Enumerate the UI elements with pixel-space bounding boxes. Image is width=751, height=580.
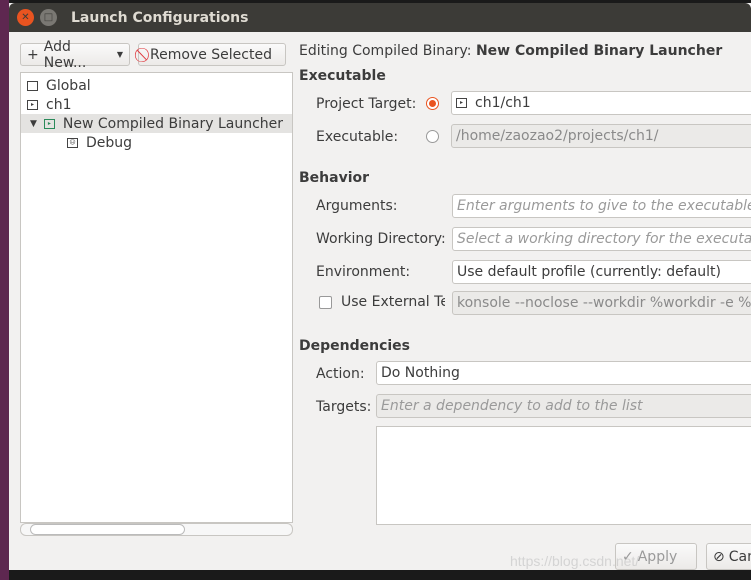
tree-item-launcher[interactable]: ▼ ▸ New Compiled Binary Launcher bbox=[21, 114, 292, 133]
dependencies-section-title: Dependencies bbox=[299, 338, 411, 354]
external-terminal-input[interactable]: konsole --noclose --workdir %workdir -e … bbox=[452, 291, 751, 315]
launch-configurations-dialog: ✕ □ Launch Configurations + Add New... ▼… bbox=[9, 3, 751, 570]
tree-item-debug[interactable]: ☹ Debug bbox=[21, 133, 292, 152]
close-window-button[interactable]: ✕ bbox=[17, 9, 34, 26]
launch-config-tree[interactable]: Global ▸ ch1 ▼ ▸ New Compiled Binary Launch… bbox=[20, 72, 293, 523]
desktop-background bbox=[0, 0, 9, 580]
arguments-input[interactable]: Enter arguments to give to the executabl… bbox=[452, 194, 751, 218]
window-title: Launch Configurations bbox=[71, 9, 249, 26]
environment-select[interactable]: Use default profile (currently: default) bbox=[452, 260, 751, 284]
targets-input[interactable]: Enter a dependency to add to the list bbox=[376, 394, 751, 418]
external-terminal-label: Use External Te bbox=[341, 294, 445, 310]
external-terminal-checkbox[interactable] bbox=[319, 296, 332, 309]
environment-label: Environment: bbox=[316, 264, 411, 280]
project-icon: ▸ bbox=[456, 98, 467, 108]
executable-path-input[interactable]: /home/zaozao2/projects/ch1/ bbox=[451, 124, 751, 148]
dependency-list[interactable] bbox=[376, 426, 751, 525]
editor-heading: Editing Compiled Binary: New Compiled Bi… bbox=[299, 43, 723, 59]
project-icon: ▸ bbox=[27, 99, 38, 110]
maximize-window-button[interactable]: □ bbox=[40, 9, 57, 26]
watermark: https://blog.csdn.net/ bbox=[510, 553, 640, 569]
behavior-section-title: Behavior bbox=[299, 170, 370, 186]
folder-icon bbox=[27, 80, 38, 91]
tree-item-ch1[interactable]: ▸ ch1 bbox=[21, 95, 292, 114]
dropdown-arrow-icon: ▼ bbox=[116, 50, 123, 59]
tree-item-global[interactable]: Global bbox=[21, 76, 292, 95]
action-label: Action: bbox=[316, 366, 365, 382]
executable-radio[interactable] bbox=[426, 130, 439, 143]
debug-mode-icon: ☹ bbox=[67, 137, 78, 148]
project-target-radio[interactable] bbox=[426, 97, 439, 110]
horizontal-scrollbar[interactable] bbox=[20, 523, 293, 536]
cancel-icon: ⊘ bbox=[713, 548, 725, 565]
arguments-label: Arguments: bbox=[316, 198, 398, 214]
project-target-label: Project Target: bbox=[316, 96, 417, 112]
launcher-icon: ▸ bbox=[43, 118, 55, 129]
executable-section-title: Executable bbox=[299, 68, 386, 84]
plus-icon: + bbox=[27, 46, 39, 63]
action-select[interactable]: Do Nothing bbox=[376, 361, 751, 385]
cancel-button[interactable]: ⊘Cancel bbox=[706, 543, 751, 570]
title-bar: ✕ □ Launch Configurations bbox=[9, 3, 751, 32]
targets-label: Targets: bbox=[316, 399, 372, 415]
remove-selected-button[interactable]: ⃠ Remove Selected bbox=[138, 43, 286, 66]
executable-label: Executable: bbox=[316, 129, 399, 145]
expand-arrow-icon: ▼ bbox=[30, 118, 37, 129]
working-directory-label: Working Directory: bbox=[316, 231, 446, 247]
project-target-select[interactable]: ▸ ch1/ch1 bbox=[451, 91, 751, 115]
add-new-button[interactable]: + Add New... ▼ bbox=[20, 39, 130, 71]
working-directory-input[interactable]: Select a working directory for the execu… bbox=[452, 227, 751, 251]
scrollbar-thumb[interactable] bbox=[30, 524, 185, 535]
